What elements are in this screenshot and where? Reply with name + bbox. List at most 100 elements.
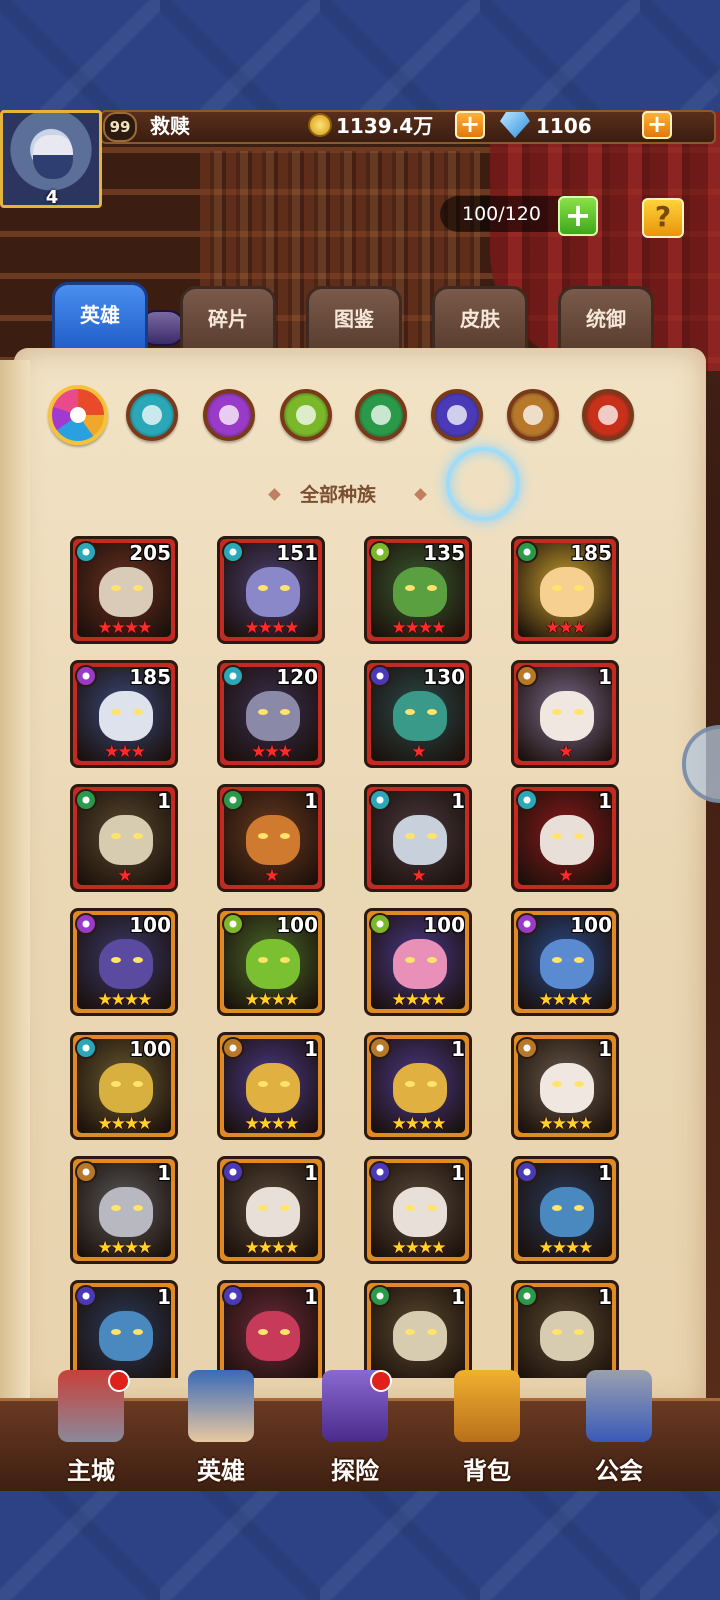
hero-eye [427,1205,437,1211]
hero-card[interactable]: 100 ★★★★ [70,908,178,1016]
hero-card[interactable]: 1 [70,1280,178,1378]
element-badge-icon [516,541,538,563]
hero-eye [552,957,562,963]
element-badge-icon [75,541,97,563]
hero-card[interactable]: 1 ★★★★ [511,1032,619,1140]
race-filter-shadow-icon[interactable] [203,389,255,441]
hero-level: 130 [423,665,465,689]
hero-card[interactable]: 185 ★★★ [511,536,619,644]
tab-0[interactable]: 英雄 [52,282,148,354]
hero-eye [133,957,143,963]
element-badge-icon [369,665,391,687]
hero-stars: ★★★ [545,618,587,638]
hero-stars: ★★★★ [538,990,594,1010]
add-gold-button[interactable]: + [455,111,485,139]
nav-label: 公会 [595,1457,643,1485]
hero-face [540,691,594,741]
expand-capacity-button[interactable]: + [558,196,598,236]
element-badge-icon [369,913,391,935]
hero-face [540,815,594,865]
hero-card[interactable]: 1 ★★★★ [364,1032,472,1140]
hero-card[interactable]: 100 ★★★★ [217,908,325,1016]
hero-card[interactable]: 1 [511,1280,619,1378]
hero-eye [258,709,268,715]
hero-eye [405,957,415,963]
hero-eye [552,833,562,839]
tab-3[interactable]: 皮肤 [432,286,528,352]
hero-stars: ★★★ [251,742,293,762]
race-filter-all-races-icon[interactable] [48,385,108,445]
hero-card[interactable]: 1 ★★★★ [217,1156,325,1264]
player-avatar[interactable]: 4 [0,110,102,208]
race-filter-water-icon[interactable] [126,389,178,441]
hero-card[interactable]: 1 ★ [511,784,619,892]
hero-card[interactable]: 1 ★ [70,784,178,892]
hero-eye [405,1081,415,1087]
hero-level: 1 [451,1161,465,1185]
add-diamond-button[interactable]: + [642,111,672,139]
hero-card[interactable]: 1 ★ [217,784,325,892]
race-filter-nature-icon[interactable] [355,389,407,441]
tab-1[interactable]: 碎片 [180,286,276,352]
nav-castle[interactable]: 主城 [36,1370,146,1488]
tab-4[interactable]: 统御 [558,286,654,352]
hero-card[interactable]: 1 [217,1280,325,1378]
hero-card[interactable]: 1 ★ [364,784,472,892]
hero-card[interactable]: 120 ★★★ [217,660,325,768]
hero-card[interactable]: 1 ★★★★ [70,1156,178,1264]
hero-eye [111,1205,121,1211]
element-badge-icon [516,1285,538,1307]
hero-card[interactable]: 205 ★★★★ [70,536,178,644]
hero-card[interactable]: 100 ★★★★ [364,908,472,1016]
element-badge-icon [516,913,538,935]
nav-hero[interactable]: 英雄 [166,1370,276,1488]
hero-eye [258,585,268,591]
gold-amount: 1139.4万 [336,114,434,138]
hero-card[interactable]: 1 ★★★★ [511,1156,619,1264]
hero-level: 1 [598,1285,612,1309]
hero-level: 135 [423,541,465,565]
hero-level: 185 [570,541,612,565]
hero-level: 185 [129,665,171,689]
nav-bag[interactable]: 背包 [432,1370,542,1488]
hero-card[interactable]: 130 ★ [364,660,472,768]
hero-grid: 205 ★★★★ 151 ★★★★ 135 ★★★★ 185 ★★★ 185 ★★★ 120 ★★★ 1… [70,536,630,1378]
hero-level: 1 [304,1161,318,1185]
hero-card[interactable]: 1 ★★★★ [364,1156,472,1264]
hero-stars: ★ [117,866,132,886]
hero-level: 1 [304,1285,318,1309]
race-filter-forest-icon[interactable] [280,389,332,441]
hero-eye [258,1081,268,1087]
hero-card[interactable]: 1 ★ [511,660,619,768]
hero-eye [427,1081,437,1087]
hero-eye [258,833,268,839]
hero-stars: ★★★★ [391,618,447,638]
hero-face [246,939,300,989]
hero-card[interactable]: 151 ★★★★ [217,536,325,644]
hero-face [393,1187,447,1237]
element-badge-icon [222,913,244,935]
hero-face [393,1063,447,1113]
hero-card[interactable]: 100 ★★★★ [511,908,619,1016]
race-filter-demon-icon[interactable] [582,389,634,441]
hero-card[interactable]: 185 ★★★ [70,660,178,768]
nav-portal[interactable]: 探险 [300,1370,410,1488]
hero-face [540,567,594,617]
element-badge-icon [516,789,538,811]
hero-card[interactable]: 135 ★★★★ [364,536,472,644]
race-filter-holy-icon[interactable] [507,389,559,441]
nav-label: 背包 [463,1457,511,1485]
nav-guild[interactable]: 公会 [564,1370,674,1488]
hero-level: 1 [451,1285,465,1309]
hero-level: 100 [423,913,465,937]
hero-card[interactable]: 1 ★★★★ [217,1032,325,1140]
notification-dot-icon [108,1370,130,1392]
help-button[interactable]: ? [642,198,684,238]
hero-card[interactable]: 1 [364,1280,472,1378]
race-filter-undead-icon[interactable] [431,389,483,441]
hero-capacity: 100/120 [462,203,541,225]
tab-2[interactable]: 图鉴 [306,286,402,352]
element-badge-icon [222,541,244,563]
hero-eye [280,833,290,839]
hero-card[interactable]: 100 ★★★★ [70,1032,178,1140]
